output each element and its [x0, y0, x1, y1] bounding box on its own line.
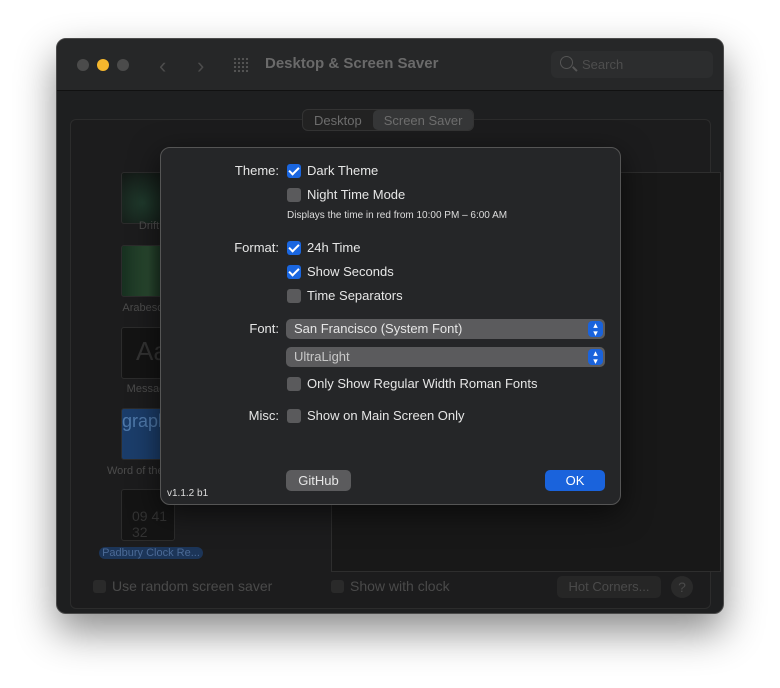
- search-placeholder: Search: [582, 57, 624, 72]
- forward-chevron-icon[interactable]: ›: [197, 53, 204, 79]
- tab-desktop[interactable]: Desktop: [303, 110, 373, 130]
- minimize-button[interactable]: [97, 59, 109, 71]
- show-all-grid-icon[interactable]: [233, 57, 249, 73]
- version-label: v1.1.2 b1: [167, 488, 209, 499]
- font-popup[interactable]: San Francisco (System Font) ▴ ▾: [286, 319, 605, 339]
- format-label: Format:: [234, 240, 279, 255]
- 24h-time-checkbox[interactable]: 24h Time: [287, 240, 360, 255]
- window-title: Desktop & Screen Saver: [265, 55, 439, 72]
- show-with-clock-checkbox[interactable]: Show with clock: [331, 578, 450, 594]
- font-weight-popup[interactable]: UltraLight ▴ ▾: [286, 347, 605, 367]
- github-button[interactable]: GitHub: [286, 470, 351, 491]
- search-field[interactable]: Search: [551, 51, 713, 78]
- title-bar: ‹ › Desktop & Screen Saver Search: [57, 39, 723, 91]
- font-label: Font:: [249, 321, 279, 336]
- close-button[interactable]: [77, 59, 89, 71]
- hot-corners-button[interactable]: Hot Corners...: [557, 576, 661, 598]
- checkbox-unchecked-icon: [287, 408, 301, 423]
- checkbox-checked-icon: [287, 163, 301, 178]
- tab-bar: Desktop Screen Saver: [302, 109, 475, 131]
- checkbox-checked-icon: [287, 240, 301, 255]
- help-button[interactable]: ?: [671, 576, 693, 598]
- show-seconds-checkbox[interactable]: Show Seconds: [287, 264, 394, 279]
- night-mode-checkbox[interactable]: Night Time Mode: [287, 187, 405, 202]
- checkbox-unchecked-icon: [287, 288, 301, 303]
- stepper-arrows-icon: ▴ ▾: [588, 349, 603, 366]
- time-separators-checkbox[interactable]: Time Separators: [287, 288, 403, 303]
- stepper-arrows-icon: ▴ ▾: [588, 321, 603, 338]
- night-mode-note: Displays the time in red from 10:00 PM –…: [287, 210, 508, 221]
- checkbox-checked-icon: [287, 264, 301, 279]
- back-chevron-icon[interactable]: ‹: [159, 53, 166, 79]
- dark-theme-checkbox[interactable]: Dark Theme: [287, 163, 378, 178]
- misc-label: Misc:: [248, 408, 279, 423]
- roman-fonts-checkbox[interactable]: Only Show Regular Width Roman Fonts: [287, 376, 537, 391]
- saver-label-selected: Padbury Clock Re...: [99, 547, 203, 559]
- zoom-button[interactable]: [117, 59, 129, 71]
- main-screen-only-checkbox[interactable]: Show on Main Screen Only: [287, 408, 465, 423]
- ok-button[interactable]: OK: [545, 470, 605, 491]
- theme-label: Theme:: [234, 163, 279, 178]
- random-saver-checkbox[interactable]: Use random screen saver: [93, 578, 272, 594]
- search-icon: [560, 56, 573, 69]
- checkbox-unchecked-icon: [287, 376, 301, 391]
- checkbox-unchecked-icon: [287, 187, 301, 202]
- options-sheet: Theme: Dark Theme Night Time Mode Displa…: [160, 147, 621, 505]
- tab-screen-saver[interactable]: Screen Saver: [372, 110, 474, 130]
